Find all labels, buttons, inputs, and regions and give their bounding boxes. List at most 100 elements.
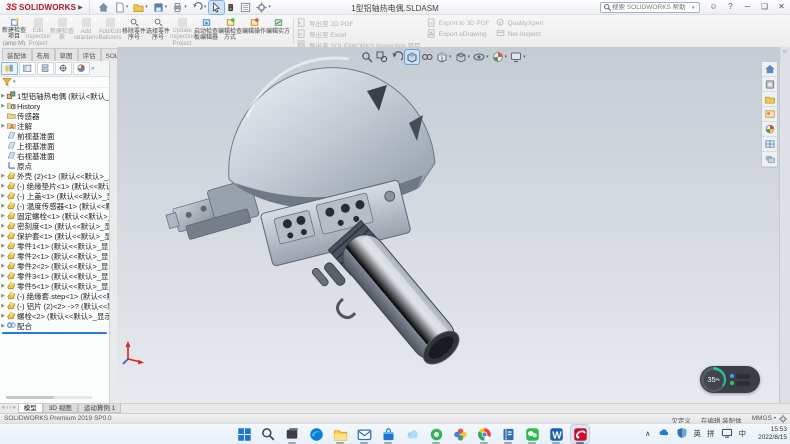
tree-item[interactable]: 上视基准面	[0, 141, 109, 151]
panel-splitter[interactable]	[110, 61, 117, 403]
bottom-tab-item[interactable]: 运动算例 1	[78, 404, 121, 413]
ribbon-button[interactable]: 启动检查板编辑器	[194, 16, 218, 46]
view-orientation-button[interactable]: ▾	[435, 50, 453, 64]
mail-taskbar-button[interactable]	[355, 425, 373, 443]
display-tray-icon[interactable]	[721, 428, 733, 439]
tree-item[interactable]: ▶(-) 绝缘垫片<1> (默认<<默认>_显	[0, 181, 109, 191]
tree-item[interactable]: ▶零件1<1> (默认<<默认>_显示状态	[0, 241, 109, 251]
ribbon-button[interactable]: 编辑检查方式	[218, 16, 242, 46]
file-properties-button[interactable]	[238, 1, 253, 14]
dropdown-arrow-icon[interactable]: ▾	[268, 4, 271, 10]
tree-item[interactable]: ▶零件2<2> (默认<<默认>_显示状	[0, 261, 109, 271]
onedrive-icon[interactable]	[657, 428, 670, 439]
tree-item[interactable]: ▶固定螺栓<1> (默认<<默认>_显示	[0, 211, 109, 221]
dynamic-annotation-button[interactable]	[420, 50, 434, 64]
performance-widget[interactable]: 35%	[700, 366, 760, 393]
widget-button-bottom[interactable]	[730, 381, 750, 386]
weather-taskbar-button[interactable]	[403, 425, 421, 443]
restore-icon[interactable]: ❏	[758, 1, 771, 13]
tree-item[interactable]: ▶A注解	[0, 121, 109, 131]
photos-taskbar-button[interactable]	[451, 425, 469, 443]
dropdown-arrow-icon[interactable]: ▾	[486, 54, 489, 60]
file-explorer-pane-button[interactable]	[762, 92, 777, 107]
tree-item[interactable]: ▶1型铝轴热电偶 (默认<默认_显示状态-1	[0, 91, 109, 101]
ime-en-label[interactable]: 英	[694, 428, 702, 439]
tray-chevron-icon[interactable]: ∧	[645, 429, 651, 438]
wechat-taskbar-button[interactable]	[523, 425, 541, 443]
tree-item[interactable]: ▶零件5<1> (默认<<默认>_显示状态	[0, 281, 109, 291]
tree-item[interactable]: 原点	[0, 161, 109, 171]
undo-button[interactable]: ▾	[190, 1, 209, 14]
graphics-viewport[interactable]: ▾▾▾▾▾ ‹‹ 35%	[117, 47, 790, 403]
bottom-tab-active[interactable]: 模型	[18, 404, 43, 413]
search-dropdown-icon[interactable]: ▾	[692, 5, 695, 11]
previous-view-button[interactable]	[390, 50, 404, 64]
appearances-tab[interactable]	[73, 62, 90, 75]
tree-item[interactable]: ▶零件3<1> (默认<<默认>_显示状	[0, 271, 109, 281]
search-input[interactable]	[612, 4, 692, 11]
edge-taskbar-button[interactable]	[307, 425, 325, 443]
zoom-to-fit-button[interactable]	[360, 50, 374, 64]
defender-shield-icon[interactable]	[676, 427, 688, 439]
dropdown-arrow-icon[interactable]: ▾	[145, 4, 148, 10]
solidworks-taskbar-taskbar-button[interactable]	[571, 425, 589, 443]
panel-horizontal-scrollbar[interactable]	[6, 396, 92, 399]
home-button[interactable]	[96, 1, 111, 14]
tree-item[interactable]: ▶配合	[0, 321, 109, 331]
task-pane-expand-icon[interactable]: ‹‹	[780, 47, 790, 55]
rollback-bar[interactable]	[2, 332, 107, 334]
open-button[interactable]: ▾	[131, 1, 150, 14]
dimxpert-tab[interactable]	[55, 62, 72, 75]
tab-scroll-button[interactable]: ‹	[6, 405, 8, 411]
save-button[interactable]: ▾	[151, 1, 170, 14]
dropdown-arrow-icon[interactable]: ▾	[126, 4, 129, 10]
user-account-icon[interactable]: ☺	[707, 1, 720, 13]
options-gear-button[interactable]: ▾	[254, 1, 273, 14]
dropdown-arrow-icon[interactable]: ▾	[204, 4, 207, 10]
propertymanager-tab[interactable]	[19, 62, 36, 75]
panel-tabs-overflow-icon[interactable]: »	[91, 66, 94, 72]
close-icon[interactable]: ✕	[775, 1, 788, 13]
task-view-taskbar-button[interactable]	[283, 425, 301, 443]
ribbon-button[interactable]: 编辑实方	[266, 16, 290, 46]
command-tab-item[interactable]: 草图	[55, 48, 78, 61]
dropdown-arrow-icon[interactable]: ▾	[523, 54, 526, 60]
new-document-button[interactable]: ▾	[112, 1, 131, 14]
hide-show-items-button[interactable]: ▾	[472, 50, 490, 64]
section-view-button[interactable]	[405, 50, 419, 64]
view-palette-button[interactable]	[762, 107, 777, 122]
bottom-tab-item[interactable]: 3D 视图	[43, 404, 78, 413]
display-style-button[interactable]: ▾	[454, 50, 472, 64]
custom-properties-button[interactable]	[762, 137, 777, 152]
word-taskbar-button[interactable]: W	[547, 425, 565, 443]
filter-dropdown-icon[interactable]: ▾	[13, 79, 16, 85]
tree-item[interactable]: ▶螺栓<2> (默认<<默认>_显示状态	[0, 311, 109, 321]
zoom-to-area-button[interactable]	[375, 50, 389, 64]
tab-scroll-button[interactable]: «	[2, 405, 5, 411]
start-taskbar-button[interactable]	[235, 425, 253, 443]
task-pane-strip[interactable]: ‹‹	[779, 47, 790, 403]
select-cursor-button[interactable]	[209, 1, 224, 14]
taskbar-search-taskbar-button[interactable]	[259, 425, 277, 443]
dropdown-arrow-icon[interactable]: ▾	[449, 54, 452, 60]
edit-appearance-button[interactable]: ▾	[491, 50, 509, 64]
store-taskbar-button[interactable]	[379, 425, 397, 443]
forum-button[interactable]	[762, 152, 777, 167]
tree-item[interactable]: 右视基准面	[0, 151, 109, 161]
tab-scroll-button[interactable]: ›	[9, 405, 11, 411]
ribbon-button[interactable]: 新建检查项目(amp:M)	[2, 16, 26, 46]
widget-button-top[interactable]	[730, 374, 750, 379]
command-tab-item[interactable]: 评估	[78, 48, 101, 61]
ribbon-button[interactable]: 移除零件序号	[122, 16, 146, 46]
tree-item[interactable]: ▶密刻度<1> (默认<<默认>_显示状	[0, 221, 109, 231]
tree-item[interactable]: ▶外壳 (2)<1> (默认<<默认>_显示状	[0, 171, 109, 181]
chrome-taskbar-button[interactable]	[475, 425, 493, 443]
command-tab-item[interactable]: 布局	[32, 48, 55, 61]
logo-flyout-arrow-icon[interactable]: ▶	[78, 4, 83, 11]
help-search-box[interactable]: ▾	[600, 2, 700, 13]
tree-item[interactable]: ▶(-) 绝缘套.step<1> (默认<<默认>	[0, 291, 109, 301]
ribbon-button[interactable]: 编辑操作	[242, 16, 266, 46]
taskbar-clock[interactable]: 15:53 2022/8/15	[758, 426, 787, 442]
tree-item[interactable]: ▶保护套<1> (默认<<默认>_显示状	[0, 231, 109, 241]
ribbon-button[interactable]: 选择零件序号	[146, 16, 170, 46]
